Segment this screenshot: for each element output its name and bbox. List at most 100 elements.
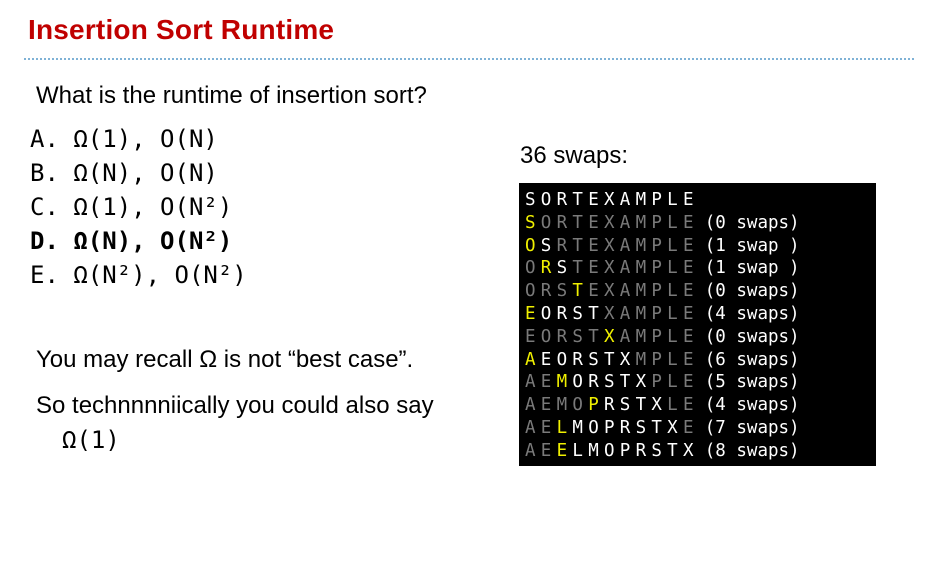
trace-letter: E [682,235,694,256]
trace-letter: P [651,190,662,210]
trace-letter: T [588,326,599,347]
trace-letter: R [556,326,568,347]
trace-letter: O [525,235,536,256]
trace-letter: L [667,212,678,233]
trace-letter: A [525,372,536,393]
option-text: Ω(1), O(N) [73,125,218,153]
trace-letter: E [525,303,536,324]
trace-letter: A [619,190,631,210]
trace-row: A E M O R S T X P L E (5 swaps) [525,371,876,394]
trace-letter: E [540,417,552,438]
trace-letter: M [588,440,599,461]
option-letter: B. [30,159,59,187]
trace-letter: P [603,417,615,438]
trace-letter: T [651,417,662,438]
trace-letter: R [556,235,568,256]
option-letter: A. [30,125,59,153]
trace-letter: E [682,395,694,416]
trace-letter: R [540,281,552,302]
option-text: Ω(1), O(N²) [73,193,233,221]
trace-letter: X [682,440,694,461]
trace-letter: S [619,395,631,416]
trace-letter: A [619,326,631,347]
trace-letters: OSRTEXAMPLE [525,236,699,256]
trace-letter: S [572,303,583,324]
trace-letter: M [572,417,583,438]
trace-letter: O [525,258,536,279]
trace-letter: M [556,395,568,416]
trace-letter: M [635,303,647,324]
trace-letter: O [540,326,552,347]
trace-letter: M [635,235,647,256]
trace-row: E O R S T X A M P L E (4 swaps) [525,303,876,326]
trace-letter: L [667,349,678,370]
trace-row: E O R S T X A M P L E (0 swaps) [525,326,876,349]
option-letter: C. [30,193,59,221]
trace-letter: M [635,281,647,302]
option-e: E. Ω(N²), O(N²) [30,258,247,292]
trace-row: O R S T E X A M P L E (0 swaps) [525,280,876,303]
trace-swap-count: (0 swaps) [704,212,800,233]
answer-options: A. Ω(1), O(N) B. Ω(N), O(N) C. Ω(1), O(N²)… [30,122,247,292]
swaps-label: 36 swaps: [520,142,629,169]
trace-letter: E [682,281,694,302]
trace-letter: A [525,349,536,370]
trace-letter: A [619,212,631,233]
trace-letter: E [556,440,568,461]
trace-letter: O [540,212,552,233]
trace-letter: R [588,372,599,393]
trace-letter: O [540,303,552,324]
trace-letter: E [682,212,694,233]
trace-letter: E [588,281,599,302]
trace-letter: R [540,258,552,279]
trace-letter: O [588,417,599,438]
trace-letter: E [540,440,552,461]
trace-letter: L [667,258,678,279]
trace-letter: R [556,190,568,210]
trace-letter: S [635,417,647,438]
trace-letters: AEELMOPRSTX [525,441,699,461]
trace-letter: E [540,349,552,370]
trace-letter: X [603,235,615,256]
trace-row: A E M O P R S T X L E (4 swaps) [525,394,876,417]
trace-swap-count: (1 swap ) [704,235,800,256]
trace-letters: SORTEXAMPLE [525,213,699,233]
trace-letter: R [619,417,631,438]
trace-letter: A [619,303,631,324]
trace-letter: M [635,258,647,279]
note-omega-one: Ω(1) [62,426,120,454]
trace-letters: SORTEXAMPLE [525,190,699,210]
trace-letter: P [651,349,662,370]
trace-row: O R S T E X A M P L E (1 swap ) [525,257,876,280]
trace-row: SORTEXAMPLE [525,189,876,212]
trace-letter: L [667,190,678,210]
option-letter: E. [30,261,59,289]
trace-letter: O [572,395,583,416]
trace-letter: L [667,235,678,256]
trace-letter: S [651,440,662,461]
trace-letter: S [525,212,536,233]
trace-letter: S [540,235,552,256]
trace-row: O S R T E X A M P L E (1 swap ) [525,235,876,258]
trace-letter: T [635,395,647,416]
trace-letter: M [635,190,647,210]
trace-letter: E [588,258,599,279]
trace-swap-count: (5 swaps) [704,372,800,393]
trace-letter: L [667,281,678,302]
trace-letter: E [682,372,694,393]
trace-letter: M [635,326,647,347]
option-text: Ω(N), O(N) [73,159,218,187]
trace-letter: P [588,395,599,416]
trace-letter: P [619,440,631,461]
trace-letter: T [588,303,599,324]
trace-letter: L [556,417,568,438]
trace-letter: S [556,281,568,302]
trace-letter: T [572,235,583,256]
option-text: Ω(N²), O(N²) [73,261,247,289]
trace-letter: E [525,326,536,347]
trace-letter: L [667,372,678,393]
trace-letter: X [651,395,662,416]
trace-row: A E E L M O P R S T X (8 swaps) [525,440,876,463]
trace-letter: S [556,258,568,279]
trace-swap-count: (0 swaps) [704,281,800,302]
